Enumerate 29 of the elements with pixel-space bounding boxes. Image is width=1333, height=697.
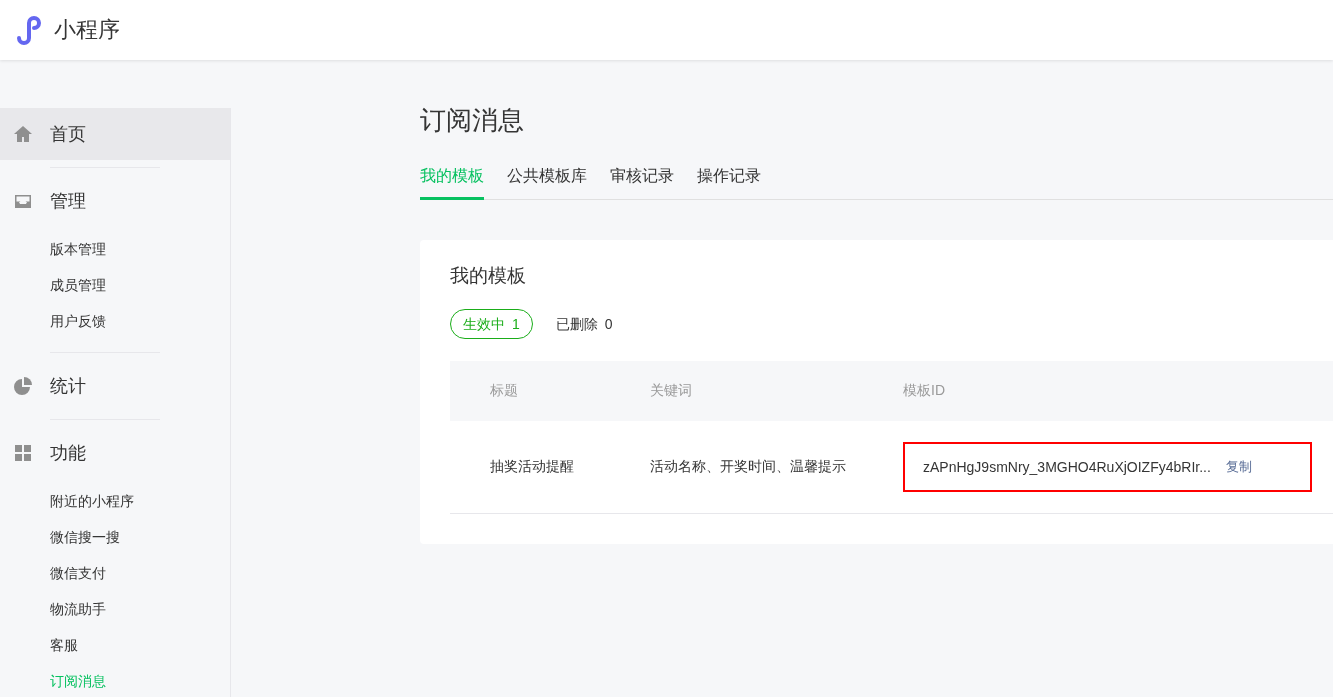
card-title: 我的模板 <box>450 264 527 288</box>
sidebar-group[interactable]: 功能 <box>0 427 230 479</box>
page-title: 订阅消息 <box>420 104 525 137</box>
table-cell-text: 抽奖活动提醒 <box>489 458 575 476</box>
template-id: zAPnHgJ9smNry_3MGHO4RuXjOIZFy4bRIr... <box>923 459 1211 475</box>
sidebar-item[interactable]: 附近的小程序 <box>0 483 230 519</box>
tab[interactable]: 审核记录 <box>610 166 674 200</box>
copy-link[interactable]: 复制 <box>1225 458 1252 476</box>
column-header: 关键词 <box>650 382 693 400</box>
sidebar-item[interactable]: 微信搜一搜 <box>0 519 230 555</box>
sidebar-item[interactable]: 物流助手 <box>0 591 230 627</box>
column-header: 模板ID <box>903 382 946 400</box>
sidebar-group[interactable]: 管理 <box>0 175 230 227</box>
table-cell-text: 活动名称、开奖时间、温馨提示 <box>650 458 847 476</box>
sidebar-item[interactable]: 客服 <box>0 627 230 663</box>
sidebar-group[interactable]: 首页 <box>0 108 230 160</box>
filter-pill[interactable]: 已删除 0 <box>554 309 614 339</box>
grid-icon <box>13 443 33 463</box>
sidebar-item[interactable]: 版本管理 <box>0 231 230 267</box>
tab[interactable]: 公共模板库 <box>507 166 587 200</box>
pie-chart-icon <box>13 376 33 396</box>
sidebar-item[interactable]: 成员管理 <box>0 267 230 303</box>
sidebar-group[interactable]: 统计 <box>0 360 230 412</box>
column-header: 标题 <box>489 382 519 400</box>
home-icon <box>13 124 33 144</box>
sidebar-item[interactable]: 用户反馈 <box>0 303 230 339</box>
sidebar-item[interactable]: 微信支付 <box>0 555 230 591</box>
app-title: 小程序 <box>54 16 120 44</box>
tab[interactable]: 操作记录 <box>697 166 761 200</box>
